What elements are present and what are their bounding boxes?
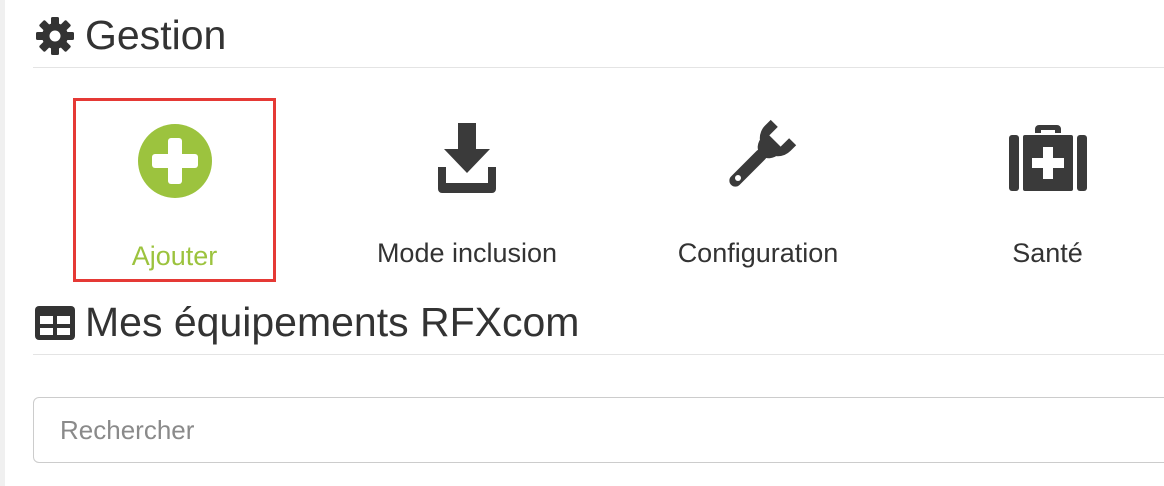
inclusion-mode-label: Mode inclusion (376, 238, 558, 268)
table-icon (33, 301, 77, 345)
plugin-page: Gestion Ajouter Mode inclusion Configura… (0, 0, 1164, 486)
equipements-header: Mes équipements RFXcom (33, 291, 1164, 355)
gestion-header: Gestion (33, 4, 1164, 68)
download-icon (425, 116, 509, 200)
add-button[interactable]: Ajouter (73, 98, 276, 282)
configuration-button[interactable]: Configuration (628, 98, 888, 282)
gestion-actions: Ajouter Mode inclusion Configuration San… (0, 98, 1164, 282)
gestion-title: Gestion (85, 12, 227, 58)
plus-circle-icon (133, 119, 217, 203)
wrench-icon (716, 116, 800, 200)
medkit-icon (1006, 116, 1090, 200)
inclusion-mode-button[interactable]: Mode inclusion (336, 98, 598, 282)
search-input[interactable] (34, 398, 1164, 462)
search-box (33, 397, 1164, 463)
configuration-label: Configuration (677, 238, 839, 268)
health-button[interactable]: Santé (930, 98, 1164, 282)
add-label: Ajouter (131, 241, 218, 271)
health-label: Santé (1012, 238, 1083, 268)
gear-icon (33, 14, 77, 58)
equipements-title: Mes équipements RFXcom (85, 299, 580, 345)
